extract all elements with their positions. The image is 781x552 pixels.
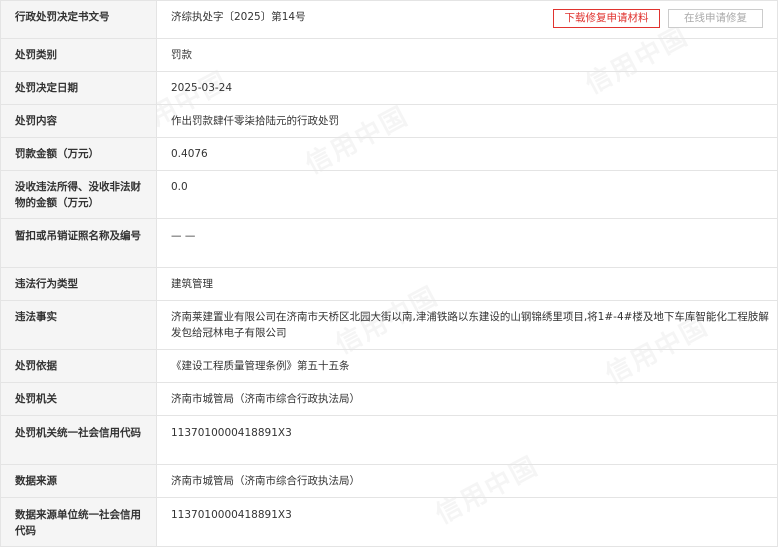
row-value: 0.4076: [156, 137, 778, 171]
row-label: 没收违法所得、没收非法财物的金额（万元）: [0, 170, 157, 219]
row-value: 0.0: [156, 170, 778, 219]
row-label: 处罚机关统一社会信用代码: [0, 415, 157, 465]
table-row: 行政处罚决定书文号 济综执处字〔2025〕第14号 下载修复申请材料 在线申请修…: [0, 0, 778, 39]
row-value: 建筑管理: [156, 267, 778, 301]
table-row: 违法行为类型 建筑管理: [0, 267, 778, 301]
row-value: 1137010000418891X3: [156, 415, 778, 465]
row-label: 违法事实: [0, 300, 157, 350]
row-value: 1137010000418891X3: [156, 497, 778, 547]
row-value: 济综执处字〔2025〕第14号 下载修复申请材料 在线申请修复: [156, 0, 778, 39]
table-row: 处罚类别 罚款: [0, 38, 778, 72]
row-label: 行政处罚决定书文号: [0, 0, 157, 39]
row-value: — —: [156, 218, 778, 268]
table-row: 处罚内容 作出罚款肆仟零柒拾陆元的行政处罚: [0, 104, 778, 138]
row-value: 罚款: [156, 38, 778, 72]
row-label: 处罚内容: [0, 104, 157, 138]
table-row: 处罚决定日期 2025-03-24: [0, 71, 778, 105]
table-row: 罚款金额（万元） 0.4076: [0, 137, 778, 171]
table-row: 数据来源 济南市城管局（济南市综合行政执法局）: [0, 464, 778, 498]
table-row: 处罚机关 济南市城管局（济南市综合行政执法局）: [0, 382, 778, 416]
table-row: 暂扣或吊销证照名称及编号 — —: [0, 218, 778, 268]
row-label: 处罚机关: [0, 382, 157, 416]
table-row: 违法事实 济南莱建置业有限公司在济南市天桥区北园大街以南,津浦铁路以东建设的山钢…: [0, 300, 778, 350]
table-row: 处罚依据 《建设工程质量管理条例》第五十五条: [0, 349, 778, 383]
row-label: 处罚类别: [0, 38, 157, 72]
table-row: 数据来源单位统一社会信用代码 1137010000418891X3: [0, 497, 778, 547]
row-value: 济南莱建置业有限公司在济南市天桥区北园大街以南,津浦铁路以东建设的山钢锦绣里项目…: [156, 300, 778, 350]
online-repair-application-button: 在线申请修复: [668, 9, 763, 28]
row-label: 暂扣或吊销证照名称及编号: [0, 218, 157, 268]
penalty-detail-table: 行政处罚决定书文号 济综执处字〔2025〕第14号 下载修复申请材料 在线申请修…: [0, 0, 778, 547]
row-value: 作出罚款肆仟零柒拾陆元的行政处罚: [156, 104, 778, 138]
row-label: 违法行为类型: [0, 267, 157, 301]
row-label: 数据来源单位统一社会信用代码: [0, 497, 157, 547]
row-value: 2025-03-24: [156, 71, 778, 105]
table-row: 处罚机关统一社会信用代码 1137010000418891X3: [0, 415, 778, 465]
row-label: 数据来源: [0, 464, 157, 498]
row-label: 处罚依据: [0, 349, 157, 383]
row-value: 济南市城管局（济南市综合行政执法局）: [156, 464, 778, 498]
row-value: 《建设工程质量管理条例》第五十五条: [156, 349, 778, 383]
row-label: 罚款金额（万元）: [0, 137, 157, 171]
document-number-value: 济综执处字〔2025〕第14号: [171, 11, 306, 23]
table-row: 没收违法所得、没收非法财物的金额（万元） 0.0: [0, 170, 778, 219]
download-repair-materials-button[interactable]: 下载修复申请材料: [553, 9, 660, 28]
row-label: 处罚决定日期: [0, 71, 157, 105]
row-value: 济南市城管局（济南市综合行政执法局）: [156, 382, 778, 416]
